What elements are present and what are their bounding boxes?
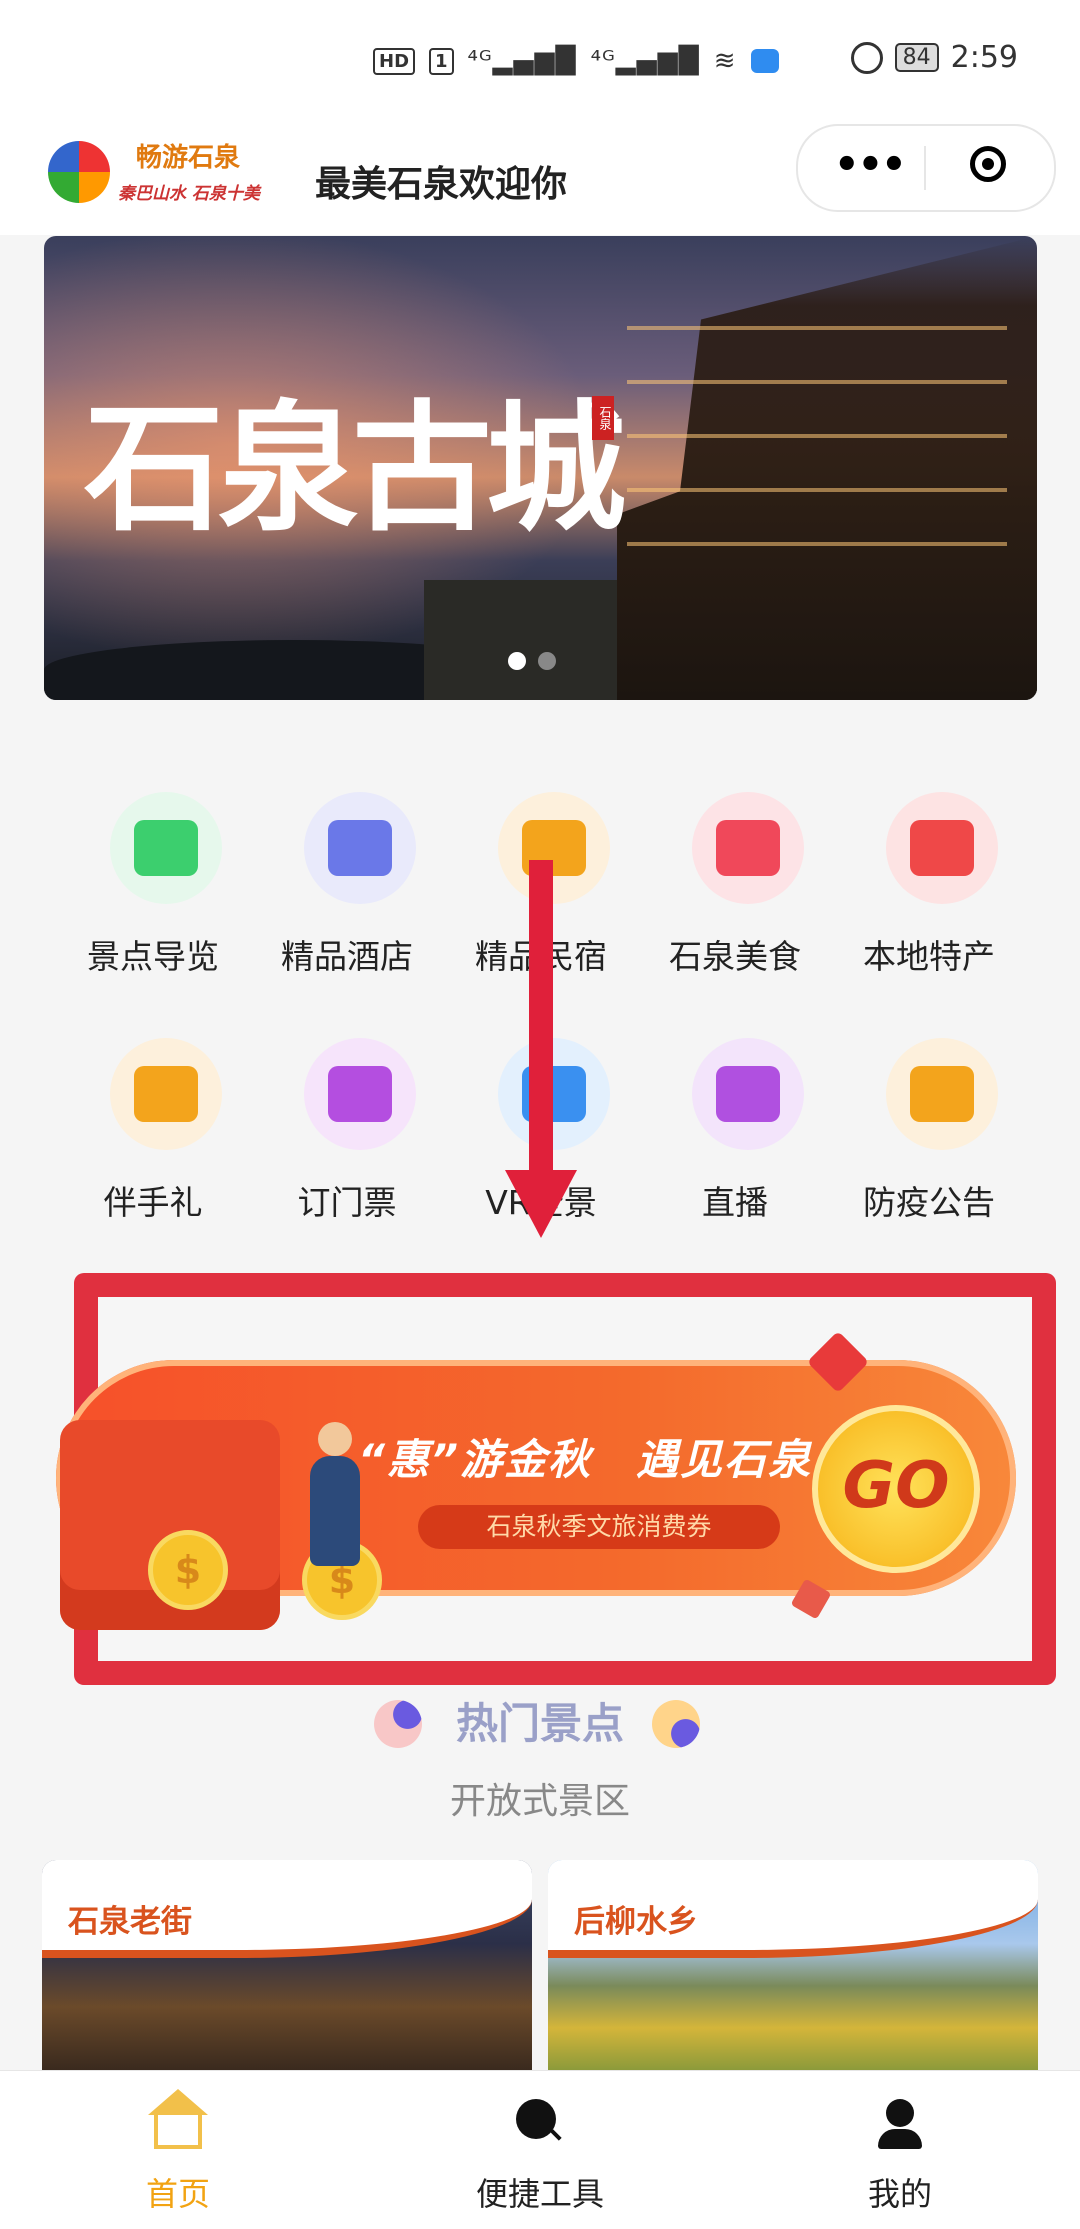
logo-name: 畅游石泉 xyxy=(136,143,241,173)
tab-profile[interactable]: 我的 xyxy=(800,2071,1000,2229)
food-cloche-icon xyxy=(692,792,804,904)
annotation-arrow-head xyxy=(505,1170,577,1238)
status-icons: HD 1 ⁴ᴳ▂▄▆█ ⁴ᴳ▂▄▆█ ≋ xyxy=(373,46,779,76)
tab-tools-label: 便捷工具 xyxy=(475,2175,604,2213)
attraction-name-2: 后柳水乡 xyxy=(574,1904,698,1940)
service-label: 伴手礼 xyxy=(103,1183,203,1222)
basket-icon xyxy=(886,792,998,904)
service-label: 本地特产 xyxy=(863,937,995,976)
search-icon xyxy=(516,2099,556,2139)
icon-shape xyxy=(910,820,974,876)
promo-subtitle: 石泉秋季文旅消费券 xyxy=(418,1505,780,1549)
service-label: 直播 xyxy=(702,1183,768,1222)
service-item[interactable]: 直播 xyxy=(638,1026,832,1272)
service-label: 订门票 xyxy=(297,1183,397,1222)
cloud-icon xyxy=(750,49,779,73)
service-item[interactable]: 防疫公告 xyxy=(832,1026,1026,1272)
banner-title: 石泉古城 xyxy=(84,387,626,551)
section-title: 热门景点 xyxy=(455,1699,624,1748)
more-menu-button[interactable]: ••• xyxy=(834,142,907,188)
status-bar: HD 1 ⁴ᴳ▂▄▆█ ⁴ᴳ▂▄▆█ ≋ 84 2:59 xyxy=(0,0,1080,125)
service-label: 石泉美食 xyxy=(669,937,801,976)
attraction-card[interactable]: 石泉老街 xyxy=(42,1860,532,2070)
promo-title: “惠”游金秋 遇见石泉 xyxy=(358,1435,813,1484)
carousel-indicator xyxy=(508,652,556,670)
megaphone-icon xyxy=(886,1038,998,1150)
icon-shape xyxy=(328,1066,392,1122)
icon-shape xyxy=(716,1066,780,1122)
service-item[interactable]: 景点导览 xyxy=(56,780,250,1026)
service-item[interactable]: 本地特产 xyxy=(832,780,1026,1026)
wifi-icon: ≋ xyxy=(713,46,737,76)
carousel-dot-active[interactable] xyxy=(508,652,526,670)
cellular-signal-icon-2: ⁴ᴳ▂▄▆█ xyxy=(590,46,700,76)
service-label: 精品酒店 xyxy=(281,937,413,976)
section-subtitle: 开放式景区 xyxy=(449,1781,630,1822)
service-label: 景点导览 xyxy=(87,937,219,976)
banner-carousel[interactable]: 石泉古城 石泉 xyxy=(44,236,1037,700)
service-item[interactable]: 伴手礼 xyxy=(56,1026,250,1272)
icon-shape xyxy=(134,1066,198,1122)
icon-shape xyxy=(328,820,392,876)
bottom-tab-bar: 首页 便捷工具 我的 xyxy=(0,2070,1080,2229)
service-item[interactable]: 石泉美食 xyxy=(638,780,832,1026)
tab-tools[interactable]: 便捷工具 xyxy=(440,2071,640,2229)
gate-ticket-icon xyxy=(304,1038,416,1150)
battery-indicator: 84 xyxy=(894,43,939,72)
island-palm-icon xyxy=(110,792,222,904)
hd-badge: HD xyxy=(373,47,416,75)
service-item[interactable]: 订门票 xyxy=(250,1026,444,1272)
clock: 2:59 xyxy=(950,40,1018,75)
home-icon xyxy=(148,2089,208,2149)
service-label: 防疫公告 xyxy=(863,1183,995,1222)
close-mini-program-button[interactable] xyxy=(970,146,1006,182)
mini-program-capsule: ••• xyxy=(796,124,1056,212)
annotation-arrow-shaft xyxy=(529,860,553,1170)
sim-badge: 1 xyxy=(429,47,454,75)
page-title: 最美石泉欢迎你 xyxy=(315,164,568,205)
go-button[interactable]: GO xyxy=(812,1405,980,1573)
banner-seal: 石泉 xyxy=(592,396,614,440)
gift-icon xyxy=(110,1038,222,1150)
alarm-icon xyxy=(850,41,883,74)
coin-icon: $ xyxy=(148,1530,228,1610)
service-item[interactable]: 精品酒店 xyxy=(250,780,444,1026)
carousel-dot[interactable] xyxy=(538,652,556,670)
tab-home[interactable]: 首页 xyxy=(78,2071,278,2229)
attraction-name: 石泉老街 xyxy=(68,1904,192,1940)
user-icon xyxy=(876,2099,924,2149)
movie-camera-icon xyxy=(692,1038,804,1150)
icon-shape xyxy=(716,820,780,876)
icon-shape xyxy=(134,820,198,876)
attraction-card-2[interactable]: 后柳水乡 xyxy=(548,1860,1038,2070)
cellular-signal-icon: ⁴ᴳ▂▄▆█ xyxy=(467,46,577,76)
icon-shape xyxy=(910,1066,974,1122)
video-camera-icon xyxy=(498,1038,610,1150)
hotel-building-icon xyxy=(304,792,416,904)
tab-home-label: 首页 xyxy=(145,2175,210,2213)
tab-profile-label: 我的 xyxy=(867,2175,932,2213)
capsule-divider xyxy=(924,146,926,190)
banner-tower-lights xyxy=(627,276,1007,576)
logo-slogan: 秦巴山水 石泉十美 xyxy=(118,184,260,204)
homestay-building-icon xyxy=(498,792,610,904)
app-logo[interactable]: 畅游石泉 秦巴山水 石泉十美 xyxy=(48,135,288,215)
status-right: 84 2:59 xyxy=(850,40,1018,75)
logo-mark-icon xyxy=(48,141,110,203)
person-illustration xyxy=(310,1422,360,1566)
